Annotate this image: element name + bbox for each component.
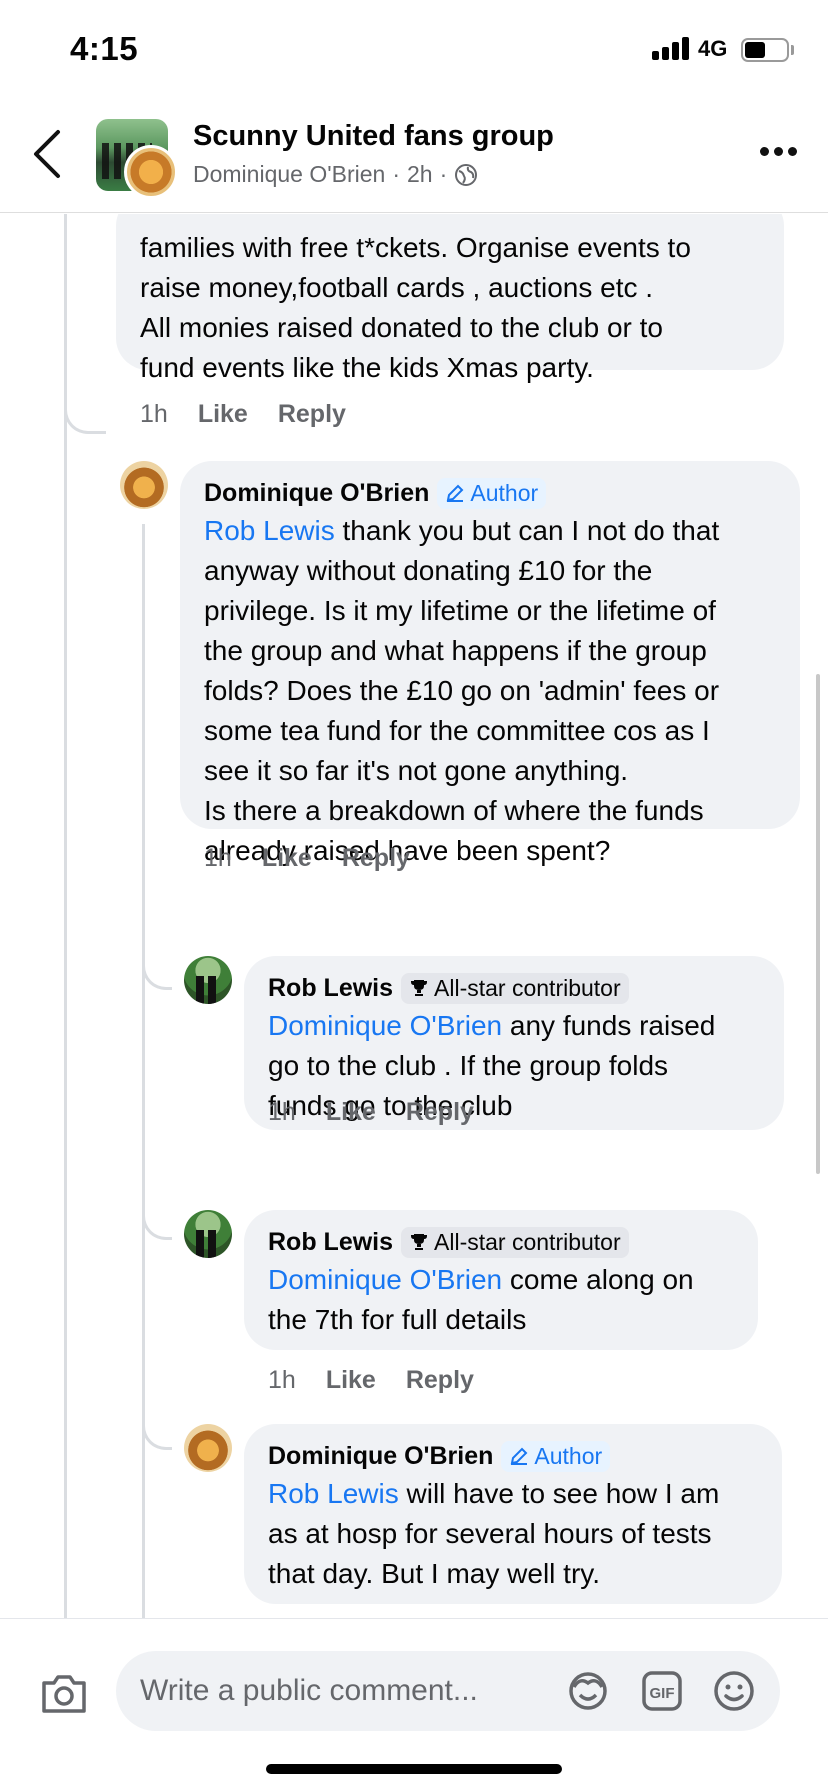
comment-input[interactable] xyxy=(140,1669,560,1713)
status-bar: 4:15 4G xyxy=(0,0,828,100)
comment-actions: 1h Like Reply xyxy=(140,400,346,429)
comment-author-row: Rob Lewis All-star contributor xyxy=(268,1224,734,1260)
post-age[interactable]: 2h xyxy=(407,161,433,188)
emoji-icon[interactable] xyxy=(712,1669,756,1713)
comment-input-pill: GIF xyxy=(116,1651,780,1731)
comment-text: families with free t*ckets. Organise eve… xyxy=(140,232,691,383)
battery-icon xyxy=(741,38,789,62)
like-button[interactable]: Like xyxy=(198,400,248,429)
thread-connector xyxy=(142,1404,172,1450)
comment-author[interactable]: Dominique O'Brien xyxy=(204,479,429,508)
gif-icon[interactable]: GIF xyxy=(640,1669,684,1713)
more-options-button[interactable] xyxy=(760,147,797,156)
svg-text:GIF: GIF xyxy=(650,1685,675,1702)
commenter-avatar[interactable] xyxy=(184,1210,232,1258)
meta-separator: · xyxy=(439,161,448,187)
comment-text: Dominique O'Brien come along on the 7th … xyxy=(268,1260,734,1340)
comment-text: Rob Lewis will have to see how I am as a… xyxy=(268,1474,758,1594)
author-badge: Author xyxy=(437,477,547,509)
camera-icon xyxy=(42,1675,86,1713)
comment-text: Rob Lewis thank you but can I not do tha… xyxy=(204,511,776,871)
mention-link[interactable]: Dominique O'Brien xyxy=(268,1010,502,1041)
scrollbar[interactable] xyxy=(816,674,820,1174)
comment-time[interactable]: 1h xyxy=(204,844,232,873)
comment-actions: 1h Like Reply xyxy=(268,1366,474,1395)
comment-time[interactable]: 1h xyxy=(140,400,168,429)
mention-link[interactable]: Rob Lewis xyxy=(204,515,335,546)
comment-bubble: Dominique O'Brien Author Rob Lewis thank… xyxy=(180,461,800,866)
signal-icon xyxy=(652,36,689,60)
badge-label: All-star contributor xyxy=(434,1228,621,1255)
network-label: 4G xyxy=(698,36,728,61)
post-header: Scunny United fans group Dominique O'Bri… xyxy=(0,100,828,213)
thread-connector xyxy=(142,944,172,990)
meta-separator: · xyxy=(392,161,400,187)
all-star-badge: All-star contributor xyxy=(401,1226,629,1258)
mention-link[interactable]: Rob Lewis xyxy=(268,1478,399,1509)
reply-button[interactable]: Reply xyxy=(406,1098,474,1127)
comment-time[interactable]: 1h xyxy=(268,1366,296,1395)
all-star-badge: All-star contributor xyxy=(401,972,629,1004)
status-time: 4:15 xyxy=(70,30,139,67)
comment-author-row: Rob Lewis All-star contributor xyxy=(268,970,760,1006)
comment-author[interactable]: Rob Lewis xyxy=(268,1228,393,1257)
comment-time[interactable]: 1h xyxy=(268,1098,296,1127)
thread-connector xyxy=(64,384,106,434)
like-button[interactable]: Like xyxy=(262,844,312,873)
comment-actions: 1h Like Reply xyxy=(268,1098,474,1127)
like-button[interactable]: Like xyxy=(326,1366,376,1395)
comment-bubble: Rob Lewis All-star contributor Dominique… xyxy=(244,1210,758,1350)
post-meta: Dominique O'Brien · 2h · xyxy=(193,161,478,188)
comment-author-row: Dominique O'Brien Author xyxy=(268,1438,758,1474)
badge-label: All-star contributor xyxy=(434,974,621,1001)
comment-actions: 1h Like Reply xyxy=(204,844,410,873)
poster-avatar[interactable] xyxy=(124,145,178,199)
author-badge-label: Author xyxy=(534,1442,603,1469)
group-name[interactable]: Scunny United fans group xyxy=(193,120,554,153)
comment-thread: families with free t*ckets. Organise eve… xyxy=(0,214,828,1618)
commenter-avatar[interactable] xyxy=(184,956,232,1004)
back-button[interactable] xyxy=(28,126,68,182)
chevron-left-icon xyxy=(34,130,60,178)
mention-link[interactable]: Dominique O'Brien xyxy=(268,1264,502,1295)
reply-button[interactable]: Reply xyxy=(342,844,410,873)
reply-button[interactable]: Reply xyxy=(406,1366,474,1395)
trophy-icon xyxy=(411,980,428,996)
reply-button[interactable]: Reply xyxy=(278,400,346,429)
author-badge: Author xyxy=(501,1440,611,1472)
comment-author-row: Dominique O'Brien Author xyxy=(204,475,776,511)
home-indicator[interactable] xyxy=(266,1764,562,1774)
poster-name[interactable]: Dominique O'Brien xyxy=(193,161,385,188)
avatar-sticker-icon[interactable] xyxy=(566,1669,610,1713)
thread-connector xyxy=(142,1194,172,1240)
comment-body: thank you but can I not do that anyway w… xyxy=(204,515,720,866)
like-button[interactable]: Like xyxy=(326,1098,376,1127)
author-badge-label: Author xyxy=(470,479,539,506)
thread-line xyxy=(64,214,67,1618)
pencil-icon xyxy=(511,1447,528,1465)
comment-bubble: Dominique O'Brien Author Rob Lewis will … xyxy=(244,1424,782,1604)
camera-button[interactable] xyxy=(40,1671,88,1715)
commenter-avatar[interactable] xyxy=(184,1424,232,1472)
comment-bubble: families with free t*ckets. Organise eve… xyxy=(116,214,784,383)
pencil-icon xyxy=(447,484,464,502)
globe-icon xyxy=(455,163,478,186)
battery-cap xyxy=(791,45,794,55)
trophy-icon xyxy=(411,1234,428,1250)
comment-author[interactable]: Rob Lewis xyxy=(268,974,393,1003)
comment-author[interactable]: Dominique O'Brien xyxy=(268,1442,493,1471)
thread-line xyxy=(142,524,145,1618)
commenter-avatar[interactable] xyxy=(120,461,168,509)
